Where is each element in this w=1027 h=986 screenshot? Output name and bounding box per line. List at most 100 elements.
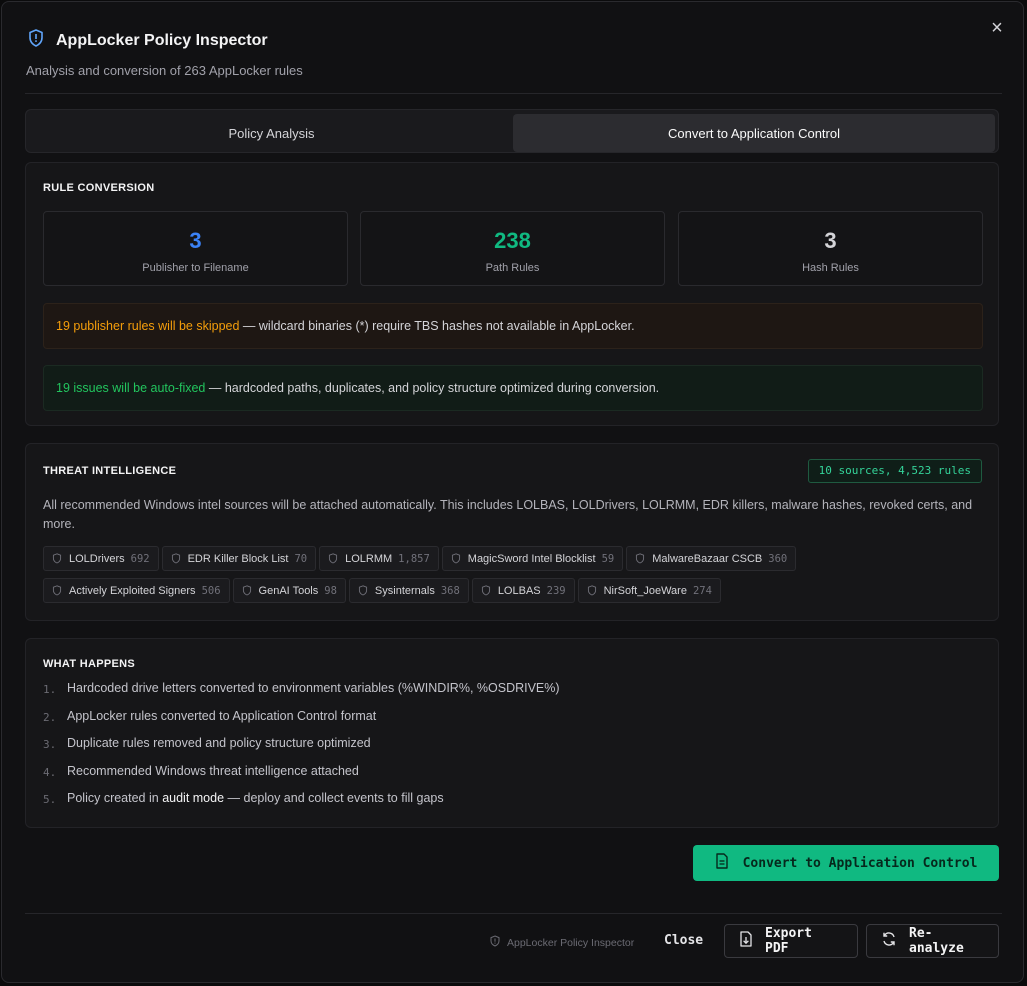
source-count: 274 — [692, 584, 712, 597]
intel-source-chip: NirSoft_JoeWare 274 — [577, 578, 721, 603]
shield-icon — [242, 585, 251, 596]
intel-source-chip: LOLBAS 239 — [471, 578, 575, 603]
shield-icon — [451, 553, 460, 564]
warning-highlight: 19 publisher rules will be skipped — [56, 319, 240, 333]
intel-source-chip: Actively Exploited Signers 506 — [43, 578, 230, 603]
intel-source-chip: Sysinternals 368 — [348, 578, 469, 603]
intel-source-chip: LOLDrivers 692 — [43, 546, 159, 571]
autofix-notice: 19 issues will be auto-fixed — hardcoded… — [43, 365, 983, 411]
shield-icon — [636, 553, 645, 564]
threat-intel-description: All recommended Windows intel sources wi… — [43, 498, 973, 531]
source-name: LOLDrivers — [69, 552, 125, 565]
shield-icon — [587, 585, 596, 596]
header-divider — [25, 93, 1002, 94]
source-name: Sysinternals — [374, 584, 435, 597]
intel-source-chip: GenAI Tools 98 — [232, 578, 346, 603]
intel-source-chip: LOLRMM 1,857 — [319, 546, 439, 571]
refresh-icon — [881, 931, 897, 951]
source-count: 692 — [130, 552, 150, 565]
audit-mode-emphasis: audit mode — [162, 791, 225, 805]
footer-divider — [25, 913, 1002, 914]
shield-alert-icon — [26, 28, 46, 53]
export-pdf-button[interactable]: Export PDF — [724, 924, 858, 958]
source-name: LOLRMM — [345, 552, 393, 565]
footer-note-text: AppLocker Policy Inspector — [507, 936, 635, 949]
source-count: 59 — [601, 552, 615, 565]
rule-conversion-panel: RULE CONVERSION 3 Publisher to Filename … — [25, 162, 999, 426]
shield-icon — [358, 585, 367, 596]
reanalyze-button[interactable]: Re-analyze — [866, 924, 999, 958]
step-item: 5. Policy created in audit mode — deploy … — [43, 791, 560, 819]
source-name: GenAI Tools — [258, 584, 319, 597]
source-name: Actively Exploited Signers — [69, 584, 196, 597]
file-download-icon — [739, 931, 753, 951]
step-item: 2. AppLocker rules converted to Applicati… — [43, 709, 560, 737]
convert-button-label: Convert to Application Control — [742, 855, 978, 871]
source-count: 1,857 — [398, 552, 430, 565]
source-name: LOLBAS — [497, 584, 541, 597]
dialog-header: AppLocker Policy Inspector Analysis and … — [26, 28, 303, 78]
rule-conversion-heading: RULE CONVERSION — [43, 182, 155, 194]
tab-bar: Policy Analysis Convert to Application C… — [25, 109, 999, 153]
step-number: 2. — [43, 710, 57, 724]
export-pdf-label: Export PDF — [765, 926, 812, 956]
shield-icon — [171, 553, 180, 564]
source-name: NirSoft_JoeWare — [603, 584, 687, 597]
step-number: 5. — [43, 793, 57, 806]
autofix-text: — hardcoded paths, duplicates, and polic… — [205, 381, 660, 395]
footer-note: AppLocker Policy Inspector — [489, 935, 634, 950]
source-count: 368 — [440, 584, 460, 597]
shield-icon — [481, 585, 490, 596]
shield-icon — [329, 553, 338, 564]
step-text: Duplicate rules removed and policy struc… — [67, 736, 371, 750]
source-count: 70 — [294, 552, 308, 565]
close-button[interactable]: Close — [664, 924, 703, 958]
step-item: 1. Hardcoded drive letters converted to e… — [43, 681, 560, 709]
stat-label: Hash Rules — [802, 262, 859, 274]
warning-text: — wildcard binaries (*) require TBS hash… — [239, 319, 635, 333]
shield-icon — [52, 585, 62, 596]
source-name: MalwareBazaar CSCB — [652, 552, 763, 565]
intel-source-chip: MalwareBazaar CSCB 360 — [626, 546, 797, 571]
source-name: MagicSword Intel Blocklist — [467, 552, 596, 565]
stat-value: 3 — [189, 228, 202, 253]
steps-list: 1. Hardcoded drive letters converted to e… — [43, 681, 560, 819]
skip-warning: 19 publisher rules will be skipped — wil… — [43, 303, 983, 349]
threat-intel-heading: THREAT INTELLIGENCE — [43, 465, 177, 477]
step-text: Hardcoded drive letters converted to env… — [67, 681, 560, 695]
shield-icon — [52, 553, 62, 564]
source-count: 506 — [201, 584, 221, 597]
intel-source-chip: MagicSword Intel Blocklist 59 — [441, 546, 624, 571]
convert-button[interactable]: Convert to Application Control — [693, 845, 999, 881]
what-happens-panel: WHAT HAPPENS 1. Hardcoded drive letters c… — [25, 638, 999, 828]
stat-label: Publisher to Filename — [142, 262, 249, 274]
step-number: 3. — [43, 738, 57, 751]
close-icon[interactable]: × — [985, 16, 1009, 40]
step-item: 4. Recommended Windows threat intelligenc… — [43, 764, 560, 792]
step-number: 1. — [43, 683, 57, 696]
step-item: 3. Duplicate rules removed and policy str… — [43, 736, 560, 764]
shield-icon — [489, 935, 501, 950]
source-name: EDR Killer Block List — [187, 552, 289, 565]
intel-source-list: LOLDrivers 692 EDR Killer Block List 70 LOLR… — [43, 546, 988, 610]
source-count: 360 — [768, 552, 788, 565]
stat-value: 238 — [494, 228, 531, 253]
tab-policy-analysis[interactable]: Policy Analysis — [30, 114, 513, 152]
step-text: Policy created in audit mode — deploy an… — [67, 791, 444, 805]
step-number: 4. — [43, 765, 57, 779]
source-count: 98 — [324, 584, 337, 597]
what-happens-heading: WHAT HAPPENS — [43, 658, 136, 670]
tab-convert[interactable]: Convert to Application Control — [513, 114, 995, 152]
stat-path: 238 Path Rules — [360, 211, 665, 286]
intel-source-chip: EDR Killer Block List 70 — [161, 546, 317, 571]
stat-label: Path Rules — [485, 262, 540, 274]
dialog-title: AppLocker Policy Inspector — [56, 31, 268, 49]
stat-value: 3 — [824, 228, 837, 253]
autofix-highlight: 19 issues will be auto-fixed — [56, 381, 206, 395]
step-text: AppLocker rules converted to Application… — [67, 708, 377, 723]
step-text: Recommended Windows threat intelligence … — [67, 763, 359, 778]
sources-badge: 10 sources, 4,523 rules — [807, 459, 982, 483]
dialog-subtitle: Analysis and conversion of 263 AppLocker… — [26, 63, 303, 78]
source-count: 239 — [546, 584, 566, 597]
threat-intel-panel: THREAT INTELLIGENCE 10 sources, 4,523 ru… — [25, 443, 999, 621]
